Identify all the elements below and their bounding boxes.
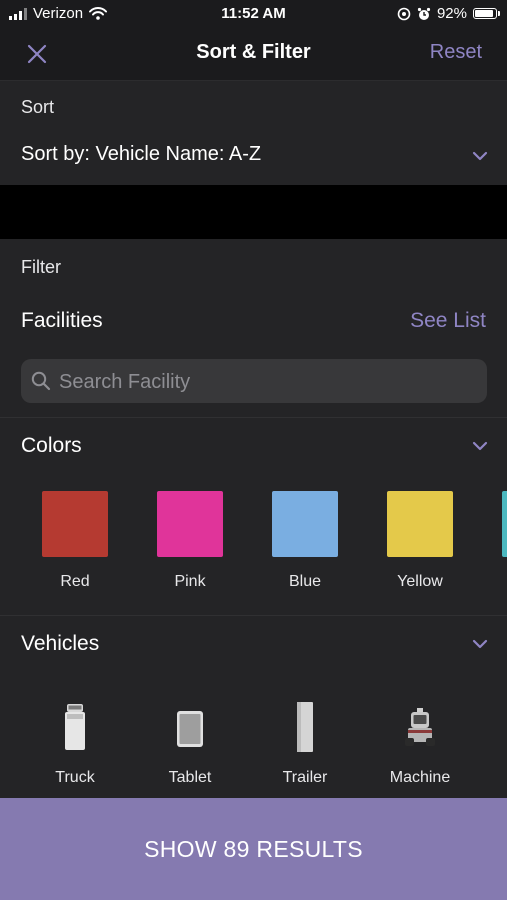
navigation-bar: Sort & Filter Reset [0,28,507,81]
colors-title: Colors [21,434,82,457]
filter-section: Filter Facilities See List Colors Red Pi… [0,239,507,799]
vehicle-option-truck[interactable]: Truck [30,694,120,794]
vehicle-option-machine[interactable]: Machine [375,694,465,794]
color-swatch [272,491,338,557]
color-label: Red [60,573,90,590]
battery-icon [473,8,500,19]
system-indicators: 92% [397,5,500,22]
trailer-icon [297,702,313,752]
color-swatch-list: Red Pink Blue Yellow [0,489,507,590]
divider [0,615,507,616]
color-option-pink[interactable]: Pink [145,489,235,590]
see-list-link[interactable]: See List [410,309,486,333]
sort-value: Sort by: Vehicle Name: A-Z [21,143,262,165]
search-icon [31,371,51,391]
divider [0,417,507,418]
tablet-icon [177,711,203,747]
vehicle-type-list: Truck Tablet Trailer Machine [0,694,507,794]
colors-chevron-down-icon[interactable] [472,441,488,451]
close-icon[interactable] [24,41,50,67]
chevron-down-icon [472,151,488,161]
vehicle-option-tablet[interactable]: Tablet [145,694,235,794]
machine-icon [405,708,435,746]
color-option-blue[interactable]: Blue [260,489,350,590]
facility-search-bar [21,359,487,405]
reset-button[interactable]: Reset [430,41,482,64]
truck-icon [65,704,85,750]
color-swatch [157,491,223,557]
color-label: Pink [174,573,206,590]
sort-section-label: Sort [21,97,55,117]
facility-search-input[interactable] [57,359,481,405]
vehicle-label: Trailer [282,769,328,786]
show-results-button[interactable]: SHOW 89 RESULTS [0,798,507,900]
color-option-yellow[interactable]: Yellow [375,489,465,590]
battery-percent: 92% [436,5,467,22]
vehicle-label: Tablet [168,769,212,786]
section-spacer [0,185,507,239]
color-label: Yellow [397,573,443,590]
status-bar: Verizon 11:52 AM 92% [0,0,507,28]
vehicles-title: Vehicles [21,632,100,655]
vehicles-chevron-down-icon[interactable] [472,639,488,649]
color-option-red[interactable]: Red [30,489,120,590]
vehicle-label: Truck [55,769,95,786]
facilities-title: Facilities [21,309,103,332]
sort-dropdown[interactable]: Sort by: Vehicle Name: A-Z [0,139,507,173]
color-swatch [42,491,108,557]
color-swatch [387,491,453,557]
color-swatch [502,491,507,557]
color-option-teal[interactable] [490,489,507,589]
rotation-lock-icon [397,7,411,20]
sort-section: Sort Sort by: Vehicle Name: A-Z [0,81,507,185]
alarm-icon [417,7,431,20]
vehicle-option-trailer[interactable]: Trailer [260,694,350,794]
filter-section-label: Filter [21,257,61,277]
vehicle-label: Machine [389,769,451,786]
color-label: Blue [288,573,322,590]
